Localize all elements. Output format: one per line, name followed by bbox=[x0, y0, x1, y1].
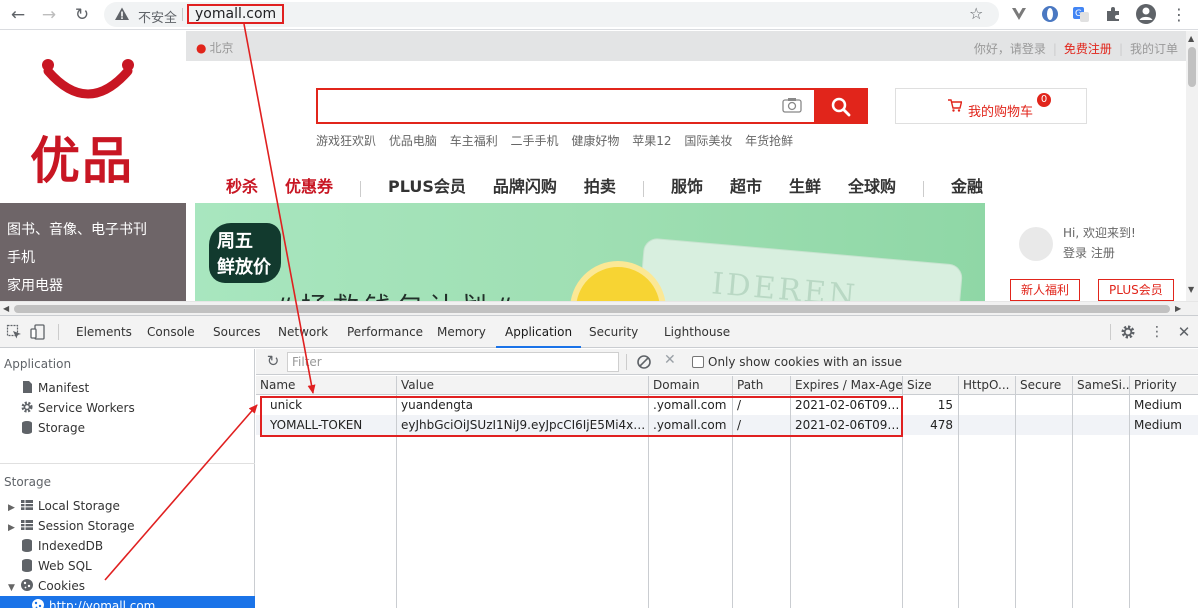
arrow-from-origin bbox=[104, 404, 258, 581]
arrow-to-table bbox=[243, 23, 316, 394]
annotation-arrows bbox=[104, 23, 316, 581]
